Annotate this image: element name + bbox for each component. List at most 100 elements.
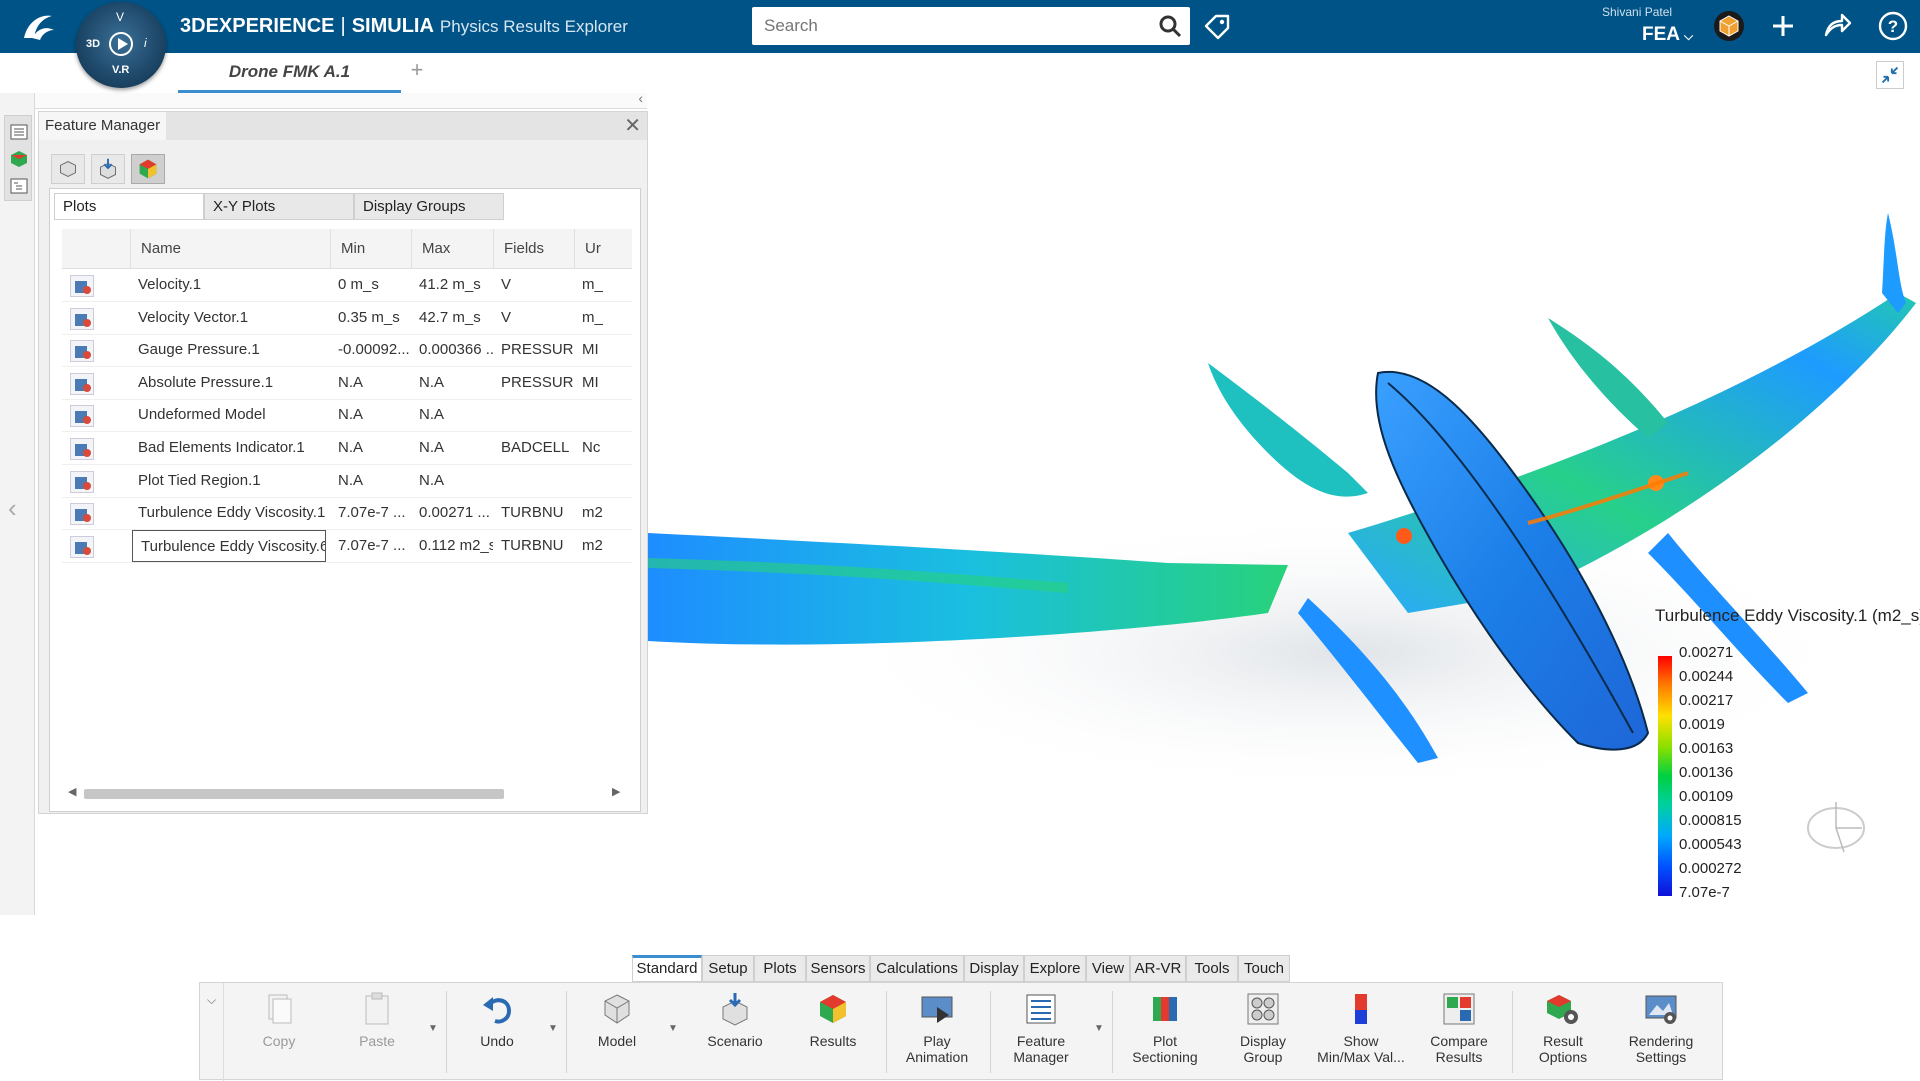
minimize-view-icon[interactable] xyxy=(1876,61,1904,89)
cell-name[interactable]: Absolute Pressure.1 xyxy=(130,367,330,399)
header-max[interactable]: Max xyxy=(411,229,493,269)
tab-display[interactable]: Display xyxy=(964,955,1024,982)
tab-standard[interactable]: Standard xyxy=(632,955,702,982)
role-selector[interactable]: FEA ⌵ xyxy=(1642,24,1693,46)
cell-name[interactable]: Turbulence Eddy Viscosity.6 xyxy=(132,529,326,562)
cell-name[interactable]: Gauge Pressure.1 xyxy=(130,334,330,366)
dassault-logo-icon[interactable] xyxy=(18,8,58,46)
plot-type-icon[interactable] xyxy=(70,535,94,558)
right-winglet[interactable] xyxy=(1882,213,1906,313)
feature-manager-dropdown-icon[interactable]: ▼ xyxy=(1094,1023,1104,1034)
header-fields[interactable]: Fields xyxy=(493,229,574,269)
tab-plots[interactable]: Plots xyxy=(54,193,204,220)
header-icon-column xyxy=(62,229,130,269)
expand-panel-icon[interactable]: ‹ xyxy=(8,493,17,524)
plot-type-icon[interactable] xyxy=(70,470,94,493)
compass-widget[interactable]: V 3D i V.R xyxy=(76,2,166,88)
tab-calculations[interactable]: Calculations xyxy=(870,955,964,982)
compare-results-button[interactable]: Compare Results xyxy=(1414,991,1504,1065)
close-icon[interactable]: ✕ xyxy=(624,114,641,138)
plot-sectioning-icon xyxy=(1153,997,1177,1021)
plot-type-icon[interactable] xyxy=(70,372,94,395)
collapse-action-bar-icon[interactable]: ⌵ xyxy=(200,983,224,1081)
plots-view-icon[interactable] xyxy=(131,154,165,184)
collapse-panel-icon[interactable]: ‹ xyxy=(638,90,643,106)
cell-name[interactable]: Undeformed Model xyxy=(130,399,330,431)
scenario-button[interactable]: Scenario xyxy=(690,991,780,1049)
tab-setup[interactable]: Setup xyxy=(702,955,754,982)
tab-sensors[interactable]: Sensors xyxy=(806,955,870,982)
play-animation-button[interactable]: Play Animation xyxy=(892,991,982,1065)
scroll-left-icon[interactable]: ◀ xyxy=(68,785,76,798)
table-row[interactable]: Bad Elements Indicator.1 N.A N.A BADCELL Nc xyxy=(62,432,632,465)
model-button[interactable]: Model xyxy=(572,991,662,1049)
rendering-settings-button[interactable]: Rendering Settings xyxy=(1616,991,1706,1065)
compass-play-icon[interactable] xyxy=(109,32,133,56)
cell-name[interactable]: Velocity.1 xyxy=(130,269,330,301)
results-button[interactable]: Results xyxy=(788,991,878,1049)
scroll-right-icon[interactable]: ▶ xyxy=(612,785,620,798)
plus-icon[interactable] xyxy=(1766,9,1800,43)
table-row[interactable]: Plot Tied Region.1 N.A N.A xyxy=(62,465,632,498)
export-plot-icon[interactable] xyxy=(91,154,125,184)
plot-type-icon[interactable] xyxy=(70,503,94,526)
search-icon[interactable] xyxy=(1158,14,1182,38)
tab-display-groups[interactable]: Display Groups xyxy=(354,193,504,220)
copy-button[interactable]: Copy xyxy=(234,991,324,1049)
import-plot-icon[interactable] xyxy=(51,154,85,184)
table-row[interactable]: Turbulence Eddy Viscosity.1 7.07e-7 ... 0.… xyxy=(62,497,632,531)
plot-type-icon[interactable] xyxy=(70,405,94,428)
plot-sectioning-button[interactable]: Plot Sectioning xyxy=(1120,991,1210,1065)
feature-tree-icon[interactable] xyxy=(9,176,29,196)
orientation-triad-icon[interactable] xyxy=(1800,792,1872,864)
show-minmax-button[interactable]: Show Min/Max Val... xyxy=(1316,991,1406,1065)
cell-name[interactable]: Plot Tied Region.1 xyxy=(130,465,330,497)
left-front-boom[interactable] xyxy=(1208,363,1368,497)
header-min[interactable]: Min xyxy=(330,229,411,269)
undo-button[interactable]: Undo xyxy=(452,991,542,1049)
tree-list-icon[interactable] xyxy=(9,122,29,142)
tag-icon[interactable] xyxy=(1202,12,1232,42)
separator xyxy=(1512,991,1513,1073)
plot-type-icon[interactable] xyxy=(70,438,94,460)
result-options-button[interactable]: Result Options xyxy=(1518,991,1608,1065)
cell-name[interactable]: Turbulence Eddy Viscosity.1 xyxy=(130,497,330,529)
table-row[interactable]: Turbulence Eddy Viscosity.6 7.07e-7 ... 0.… xyxy=(62,529,632,563)
header-name[interactable]: Name xyxy=(130,229,330,269)
scrollbar-thumb[interactable] xyxy=(84,789,504,799)
horizontal-scrollbar[interactable]: ◀ ▶ xyxy=(62,785,632,801)
share-icon[interactable] xyxy=(1820,9,1854,43)
feature-manager-label-1: Feature xyxy=(1016,1033,1066,1049)
feature-manager-button[interactable]: Feature Manager xyxy=(996,991,1086,1065)
tab-xy-plots[interactable]: X-Y Plots xyxy=(204,193,354,220)
cell-name[interactable]: Velocity Vector.1 xyxy=(130,302,330,334)
search-input[interactable] xyxy=(752,7,1132,45)
tab-tools[interactable]: Tools xyxy=(1186,955,1238,982)
cube-icon[interactable] xyxy=(1712,9,1746,43)
tab-touch[interactable]: Touch xyxy=(1238,955,1290,982)
tab-explore[interactable]: Explore xyxy=(1024,955,1086,982)
results-icon[interactable] xyxy=(9,149,29,169)
tab-view[interactable]: View xyxy=(1086,955,1130,982)
plot-type-icon[interactable] xyxy=(70,340,94,363)
undo-dropdown-icon[interactable]: ▼ xyxy=(548,1023,558,1034)
model-dropdown-icon[interactable]: ▼ xyxy=(668,1023,678,1034)
display-group-button[interactable]: Display Group xyxy=(1218,991,1308,1065)
paste-dropdown-icon[interactable]: ▼ xyxy=(428,1023,438,1034)
plot-type-icon[interactable] xyxy=(70,275,94,297)
tab-drone-fmk[interactable]: Drone FMK A.1 xyxy=(178,53,401,93)
table-row[interactable]: Velocity.1 0 m_s 41.2 m_s Vm_ xyxy=(62,269,632,302)
right-front-boom[interactable] xyxy=(1548,318,1668,438)
table-row[interactable]: Absolute Pressure.1 N.A N.A PRESSURE... MI xyxy=(62,367,632,400)
help-icon[interactable]: ? xyxy=(1876,9,1910,43)
table-row[interactable]: Velocity Vector.1 0.35 m_s 42.7 m_s Vm_ xyxy=(62,302,632,335)
table-row[interactable]: Undeformed Model N.A N.A xyxy=(62,399,632,433)
tab-ar-vr[interactable]: AR-VR xyxy=(1130,955,1186,982)
header-units[interactable]: Ur xyxy=(574,229,632,269)
add-tab-button[interactable]: + xyxy=(407,59,427,81)
table-row[interactable]: Gauge Pressure.1 -0.00092... 0.000366 ... P… xyxy=(62,334,632,368)
tab-plots[interactable]: Plots xyxy=(754,955,806,982)
plot-type-icon[interactable] xyxy=(70,307,94,330)
cell-name[interactable]: Bad Elements Indicator.1 xyxy=(130,432,330,464)
paste-button[interactable]: Paste xyxy=(332,991,422,1049)
